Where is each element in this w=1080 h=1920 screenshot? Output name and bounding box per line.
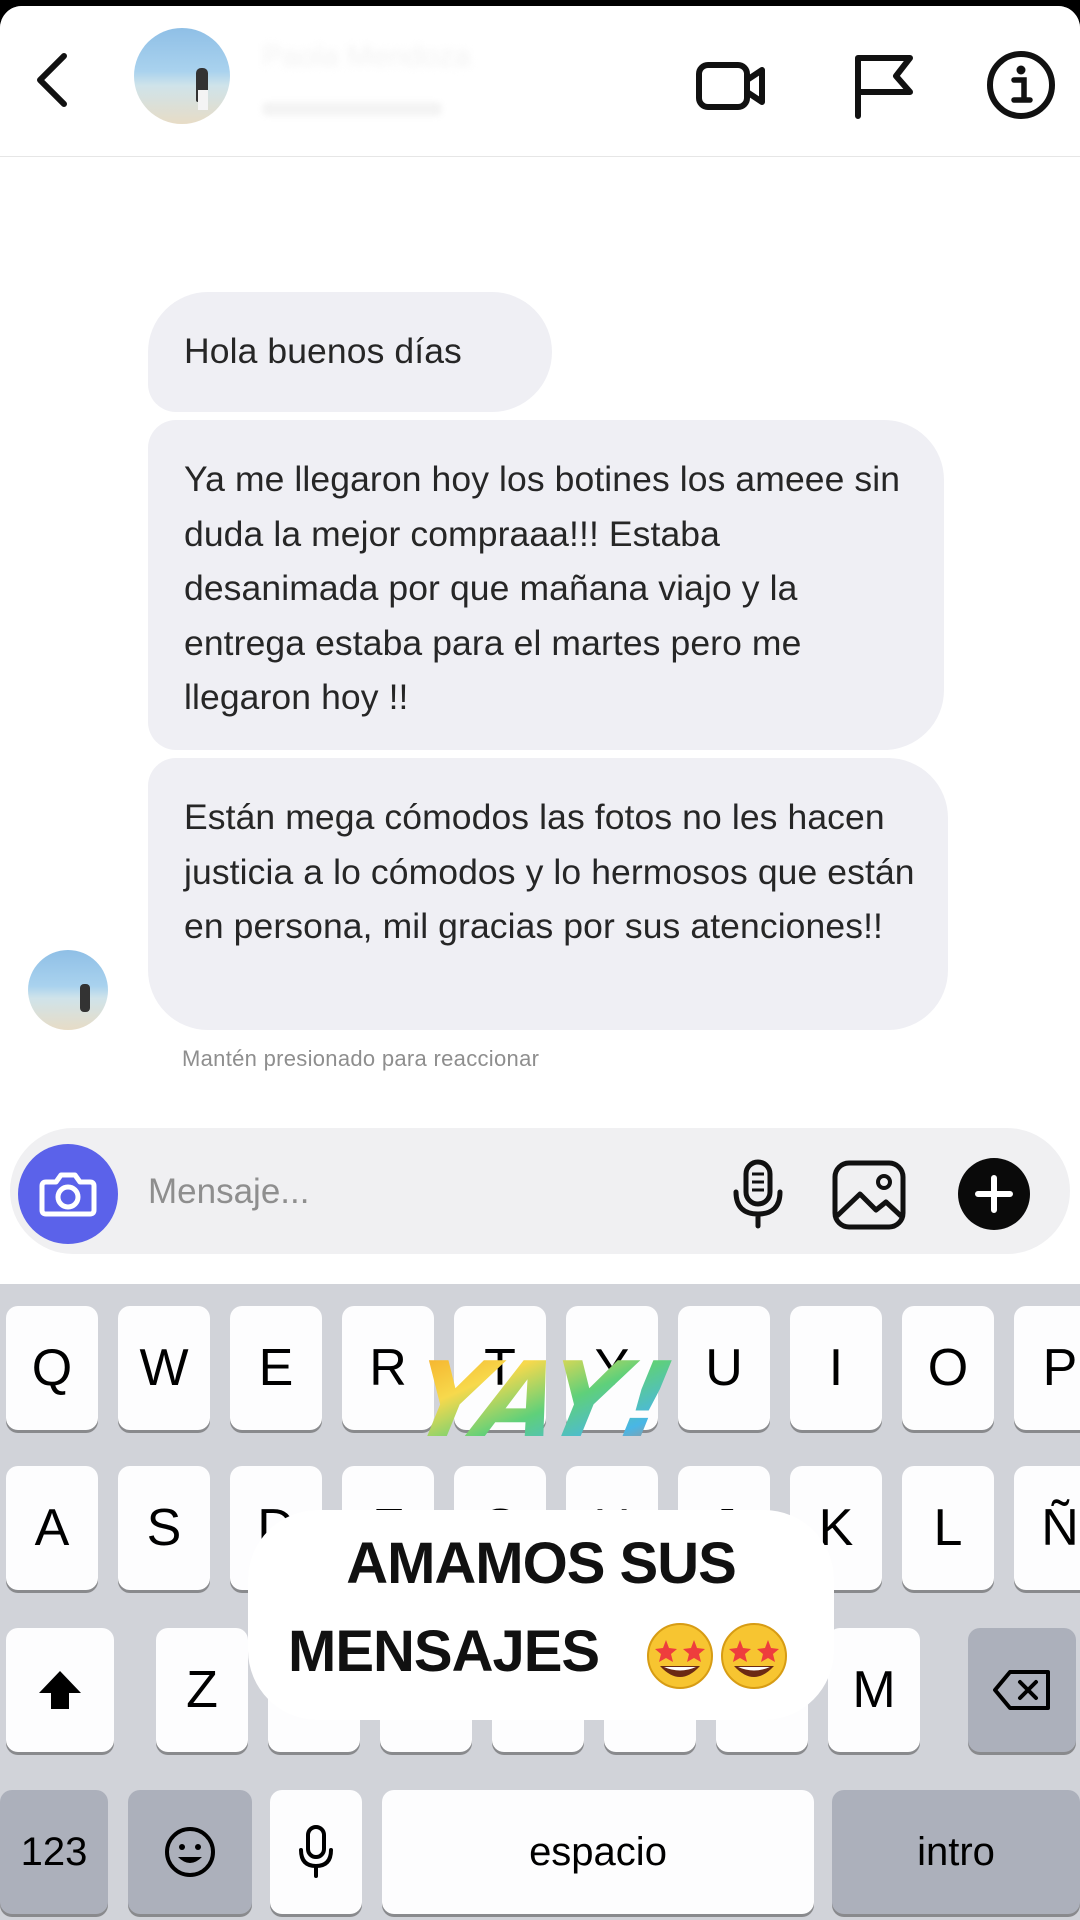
caption-line-2: MENSAJES <box>288 1619 600 1684</box>
enter-key[interactable]: intro <box>832 1790 1080 1914</box>
contact-name[interactable]: Paola Mendoza <box>262 42 582 72</box>
key-w[interactable]: W <box>118 1306 210 1430</box>
message-text: Están mega cómodos las fotos no les hace… <box>184 797 915 946</box>
message-input[interactable] <box>146 1162 630 1222</box>
message-composer <box>10 1128 1070 1254</box>
message-bubble[interactable]: Están mega cómodos las fotos no les hace… <box>148 758 948 1030</box>
dictation-mic-icon <box>299 1825 333 1878</box>
key-p[interactable]: P <box>1014 1306 1080 1430</box>
yay-sticker: YAY! <box>401 1324 683 1474</box>
key-ñ[interactable]: Ñ <box>1014 1466 1080 1590</box>
numbers-key[interactable]: 123 <box>0 1790 108 1914</box>
key-q[interactable]: Q <box>6 1306 98 1430</box>
report-button[interactable] <box>848 48 922 122</box>
info-icon <box>987 51 1055 119</box>
yay-text: YAY! <box>420 1339 680 1461</box>
star-struck-emoji-pair <box>647 1623 787 1689</box>
caption-sticker: AMAMOS SUS MENSAJES <box>248 1510 834 1720</box>
key-z[interactable]: Z <box>156 1628 248 1752</box>
shift-key[interactable] <box>6 1628 114 1752</box>
message-bubble[interactable]: Hola buenos días <box>148 292 552 412</box>
key-u[interactable]: U <box>678 1306 770 1430</box>
microphone-icon <box>733 1159 783 1229</box>
contact-status <box>262 102 442 116</box>
more-options-button[interactable] <box>956 1156 1032 1232</box>
gallery-button[interactable] <box>830 1158 908 1232</box>
avatar-figure <box>80 984 90 1012</box>
backspace-icon <box>993 1670 1050 1710</box>
report-flag-icon <box>855 55 913 119</box>
contact-avatar[interactable] <box>134 28 230 124</box>
key-s[interactable]: S <box>118 1466 210 1590</box>
caption-line-1: AMAMOS SUS <box>346 1531 737 1596</box>
camera-icon <box>39 1172 97 1217</box>
gallery-icon <box>832 1160 906 1230</box>
back-button[interactable] <box>24 42 84 114</box>
back-icon <box>37 53 67 107</box>
key-l[interactable]: L <box>902 1466 994 1590</box>
key-i[interactable]: I <box>790 1306 882 1430</box>
message-text: Hola buenos días <box>184 331 462 371</box>
key-o[interactable]: O <box>902 1306 994 1430</box>
chat-screen: Paola Mendoza Hola buenos días Ya me lle… <box>0 6 1080 1920</box>
shift-icon <box>39 1671 81 1709</box>
info-button[interactable] <box>984 48 1058 122</box>
emoji-key[interactable] <box>128 1790 252 1914</box>
message-bubble[interactable]: Ya me llegaron hoy los botines los ameee… <box>148 420 944 750</box>
key-a[interactable]: A <box>6 1466 98 1590</box>
message-text: Ya me llegaron hoy los botines los ameee… <box>184 459 901 717</box>
video-call-icon <box>696 62 765 110</box>
camera-button[interactable] <box>18 1144 118 1244</box>
voice-message-button[interactable] <box>728 1156 788 1232</box>
chat-header: Paola Mendoza <box>0 6 1080 157</box>
reaction-hint: Mantén presionado para reaccionar <box>182 1046 540 1071</box>
key-e[interactable]: E <box>230 1306 322 1430</box>
plus-icon <box>958 1158 1030 1230</box>
dictation-key[interactable] <box>270 1790 362 1914</box>
avatar-figure-dress <box>198 90 208 110</box>
sender-avatar[interactable] <box>28 950 108 1030</box>
backspace-key[interactable] <box>968 1628 1076 1752</box>
video-call-button[interactable] <box>694 48 768 122</box>
emoji-icon <box>165 1827 215 1877</box>
space-key[interactable]: espacio <box>382 1790 814 1914</box>
key-m[interactable]: M <box>828 1628 920 1752</box>
